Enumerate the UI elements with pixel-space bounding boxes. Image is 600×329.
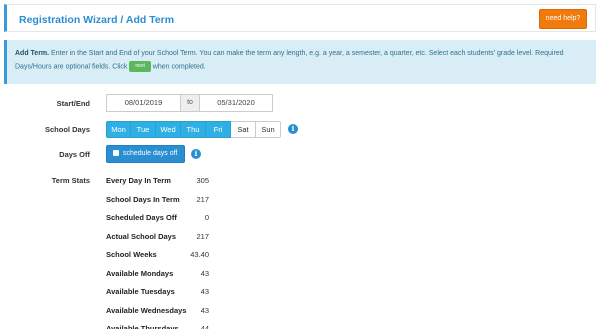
day-toggle-sun[interactable]: Sun bbox=[256, 121, 281, 138]
day-toggle-fri[interactable]: Fri bbox=[206, 121, 231, 138]
page-title: Registration Wizard / Add Term bbox=[19, 14, 175, 26]
stat-value: 43.40 bbox=[190, 250, 209, 259]
info-text-1: Enter in the Start and End of your Schoo… bbox=[15, 50, 564, 70]
stat-value: 217 bbox=[196, 195, 209, 204]
day-toggle-wed[interactable]: Wed bbox=[156, 121, 181, 138]
schedule-days-off-button[interactable]: schedule days off bbox=[106, 145, 185, 163]
stat-value: 43 bbox=[200, 287, 209, 296]
term-stats-label: Term Stats bbox=[51, 176, 90, 185]
days-off-info-icon[interactable]: i bbox=[191, 149, 201, 159]
day-toggle-mon[interactable]: Mon bbox=[106, 121, 131, 138]
school-days-label: School Days bbox=[44, 125, 90, 134]
page-header: Registration Wizard / Add Term need help… bbox=[4, 4, 596, 32]
info-lead: Add Term. bbox=[15, 50, 50, 57]
stat-value: 217 bbox=[196, 232, 209, 241]
school-days-toggle-group: Mon Tue Wed Thu Fri Sat Sun bbox=[106, 121, 281, 138]
day-toggle-tue[interactable]: Tue bbox=[131, 121, 156, 138]
start-end-label: Start/End bbox=[56, 99, 90, 108]
day-toggle-sat[interactable]: Sat bbox=[231, 121, 256, 138]
stat-value: 43 bbox=[200, 269, 209, 278]
end-date-input[interactable]: 05/31/2020 bbox=[199, 94, 273, 112]
info-text-2: when completed. bbox=[150, 62, 206, 70]
calendar-icon bbox=[113, 150, 119, 156]
to-addon: to bbox=[181, 94, 199, 112]
school-days-info-icon[interactable]: i bbox=[288, 124, 298, 134]
schedule-days-off-label: schedule days off bbox=[123, 150, 178, 157]
days-off-label: Days Off bbox=[59, 150, 90, 159]
start-date-input[interactable]: 08/01/2019 bbox=[106, 94, 181, 112]
next-chip: next bbox=[129, 60, 151, 72]
need-help-button[interactable]: need help? bbox=[539, 9, 587, 29]
stat-value: 0 bbox=[204, 213, 209, 222]
stat-value: 305 bbox=[196, 176, 209, 185]
stat-value: 44 bbox=[200, 324, 209, 329]
info-panel: Add Term. Enter in the Start and End of … bbox=[4, 40, 596, 84]
day-toggle-thu[interactable]: Thu bbox=[181, 121, 206, 138]
stat-value: 43 bbox=[200, 306, 209, 315]
